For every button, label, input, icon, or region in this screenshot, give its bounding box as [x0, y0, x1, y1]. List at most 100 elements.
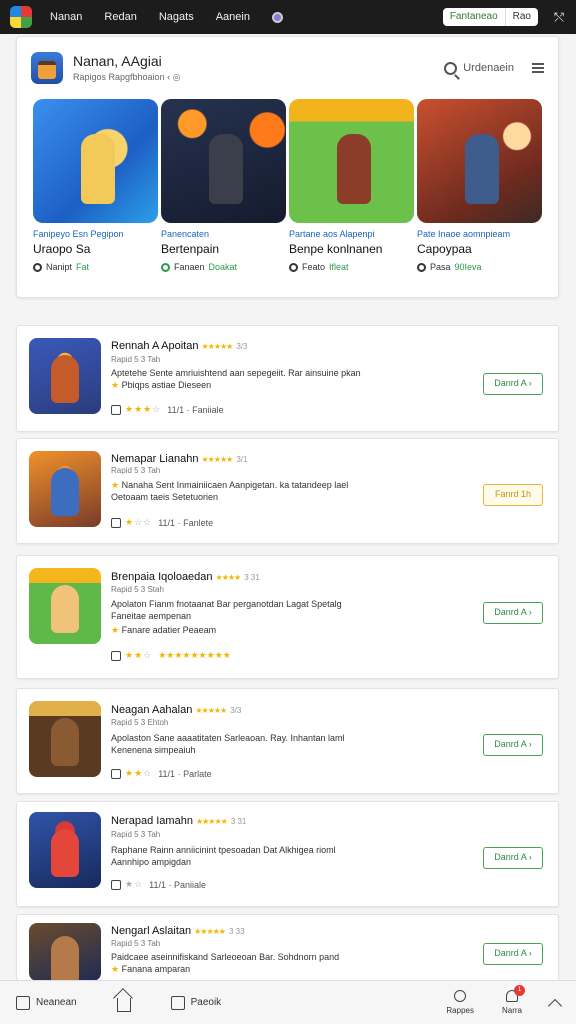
home-icon [116, 997, 131, 1012]
bottom-nav-item-left[interactable]: Neanean [16, 995, 77, 1010]
tile-meta-a: Fanaen [174, 262, 205, 272]
app-description: Raphane Rainn anniicinint tpesoadan Dat … [111, 845, 336, 855]
tile-meta-b: Fat [76, 262, 90, 272]
app-thumbnail[interactable] [29, 338, 101, 414]
like-icon[interactable] [111, 879, 121, 890]
tile-name: Benpe konlnanen [289, 242, 383, 256]
featured-tile[interactable]: Fanipeyo Esn Pegipon Uraopo Sa Nanipt Fa… [33, 99, 158, 272]
tile-name: Bertenpain [161, 242, 220, 256]
toggle-other[interactable]: Rao [506, 8, 538, 26]
filter-icon[interactable] [532, 63, 544, 73]
tile-name: Capoypaa [417, 242, 472, 256]
featured-app-icon[interactable] [31, 52, 63, 84]
nav-link-1[interactable]: Nanan [50, 11, 82, 23]
bell-icon: 1 [505, 985, 525, 1002]
app-subtitle: Rapid 5 3 Stah [111, 585, 164, 594]
nav-link-2[interactable]: Redan [104, 11, 136, 23]
tile-image[interactable] [417, 99, 542, 223]
edit-icon [16, 995, 30, 1010]
profile-dot-icon[interactable] [271, 11, 283, 23]
view-toggle: Fantaneao Rao [442, 8, 538, 26]
nav-link-3[interactable]: Nagats [159, 11, 194, 23]
rating-stars: ★★★★★ [201, 342, 233, 351]
tile-tag: Partane aos Alapenpi [289, 229, 375, 239]
featured-tile[interactable]: Pate Inaoe aomnpieam Capoypaa Pasa 90Iev… [417, 99, 542, 272]
app-list-item[interactable]: Nengarl Aslaitan ★★★★★ 3 33 Rapid 5 3 Tah … [16, 914, 559, 981]
app-list-item[interactable]: Brenpaia Iqoloaedan ★★★★ 3 31 Rapid 5 3 St… [16, 555, 559, 679]
rating-value: 3 31 [244, 573, 260, 582]
rating-stars: ★★★★ [215, 573, 242, 582]
app-title: Brenpaia Iqoloaedan [111, 571, 213, 583]
app-thumbnail[interactable] [29, 812, 101, 888]
tile-tag: Pate Inaoe aomnpieam [417, 229, 511, 239]
app-list-item[interactable]: Nemapar Lianahn ★★★★★ 3/1 Rapid 5 3 Tah ★ … [16, 438, 559, 544]
app-thumbnail[interactable] [29, 701, 101, 777]
app-list-item[interactable]: Neagan Aahalan ★★★★★ 3/3 Rapid 5 3 Ehtoh A… [16, 688, 559, 794]
tile-tag: Panencaten [161, 229, 210, 239]
like-icon[interactable] [111, 404, 121, 415]
featured-tile[interactable]: Partane aos Alapenpi Benpe konlnanen Fea… [289, 99, 414, 272]
app-list-item[interactable]: Rennah A Apoitan ★★★★★ 3/3 Rapid 5 3 Tah A… [16, 325, 559, 432]
rating-value: 3/3 [230, 706, 242, 715]
app-description-2: Aannhipo ampigdan [111, 857, 192, 867]
app-footer: 11/1 · Faniiale [167, 404, 224, 415]
tile-tag: Fanipeyo Esn Pegipon [33, 229, 124, 239]
library-icon [170, 995, 185, 1010]
app-title: Nemapar Lianahn [111, 453, 199, 465]
chevron-up-icon[interactable] [547, 998, 563, 1014]
app-logo-icon[interactable] [10, 6, 32, 28]
like-icon[interactable] [111, 517, 121, 528]
download-button[interactable]: Danrd A › [483, 734, 543, 756]
app-description: Aptetehe Sente amriuishtend aan sepegeii… [111, 368, 361, 378]
app-footer: 11/1 · Fanlete [158, 517, 214, 528]
tile-image[interactable] [161, 99, 286, 223]
bottom-nav-item-middle[interactable]: Paeoik [170, 995, 222, 1010]
app-subtitle: Rapid 5 3 Tah [111, 830, 161, 839]
featured-tile[interactable]: Panencaten Bertenpain Fanaen Doakat [161, 99, 286, 272]
rating-stars: ★★★★★ [201, 455, 233, 464]
search-label[interactable]: Urdenaein [463, 62, 514, 74]
tile-meta-b: 90Ieva [454, 262, 482, 272]
app-thumbnail[interactable] [29, 451, 101, 527]
app-description: Nanaha Sent Inmainiicaen Aanpigetan. ka … [121, 480, 349, 490]
app-footer: 11/1 · Parlate [158, 768, 212, 779]
app-title: Neagan Aahalan [111, 704, 193, 716]
search-icon[interactable] [444, 61, 458, 75]
bottom-nav-item-right-1[interactable]: Rappes [446, 990, 474, 1015]
tile-image[interactable] [289, 99, 414, 223]
app-footer: ★★★★★★★★★ [158, 650, 231, 660]
tile-meta-a: Nanipt [46, 262, 73, 272]
app-description: Paidcaee aseinnifiskand Sarleoeoan Bar. … [111, 952, 340, 962]
bottom-middle-label: Paeoik [190, 997, 222, 1008]
nav-link-4[interactable]: Aanein [216, 11, 250, 23]
app-description-3: Fanare adatier Peaeam [121, 625, 217, 635]
app-title: Nerapad Iamahn [111, 815, 193, 827]
rating-value: 3/1 [236, 455, 248, 464]
download-button[interactable]: Danrd A › [483, 373, 543, 395]
download-button[interactable]: Danrd A › [483, 602, 543, 624]
download-button[interactable]: Danrd A › [483, 847, 543, 869]
app-title: Nengarl Aslaitan [111, 925, 192, 937]
bottom-left-label: Neanean [36, 997, 77, 1008]
like-icon[interactable] [111, 768, 121, 779]
download-button[interactable]: Fanrd 1h [483, 484, 543, 506]
bottom-right2-label: Narra [501, 1006, 522, 1015]
bottom-nav-home[interactable] [116, 994, 131, 1012]
tile-meta-icon [33, 262, 42, 272]
app-thumbnail[interactable] [29, 568, 101, 644]
tile-meta-a: Feato [302, 262, 326, 272]
share-icon[interactable]: ⤲ [552, 10, 566, 24]
like-icon[interactable] [111, 650, 121, 661]
app-footer: 11/1 · Paniiale [149, 879, 207, 890]
rating-stars: ★★★★★ [194, 927, 226, 936]
app-description-2: Pbiqps astiae Dieseen [121, 380, 212, 390]
bottom-nav-item-right-2[interactable]: 1 Narra [501, 985, 525, 1015]
tile-image[interactable] [33, 99, 158, 223]
app-subtitle: Rapid 5 3 Ehtoh [111, 718, 169, 727]
app-description-2: Fanana amparan [121, 964, 191, 974]
toggle-active[interactable]: Fantaneao [443, 8, 506, 26]
bottom-nav-bar: Neanean Paeoik Rappes 1 Narra [0, 980, 576, 1024]
app-thumbnail[interactable] [29, 923, 101, 981]
download-button[interactable]: Danrd A › [483, 943, 543, 965]
app-list-item[interactable]: Nerapad Iamahn ★★★★★ 3 31 Rapid 5 3 Tah Ra… [16, 801, 559, 907]
